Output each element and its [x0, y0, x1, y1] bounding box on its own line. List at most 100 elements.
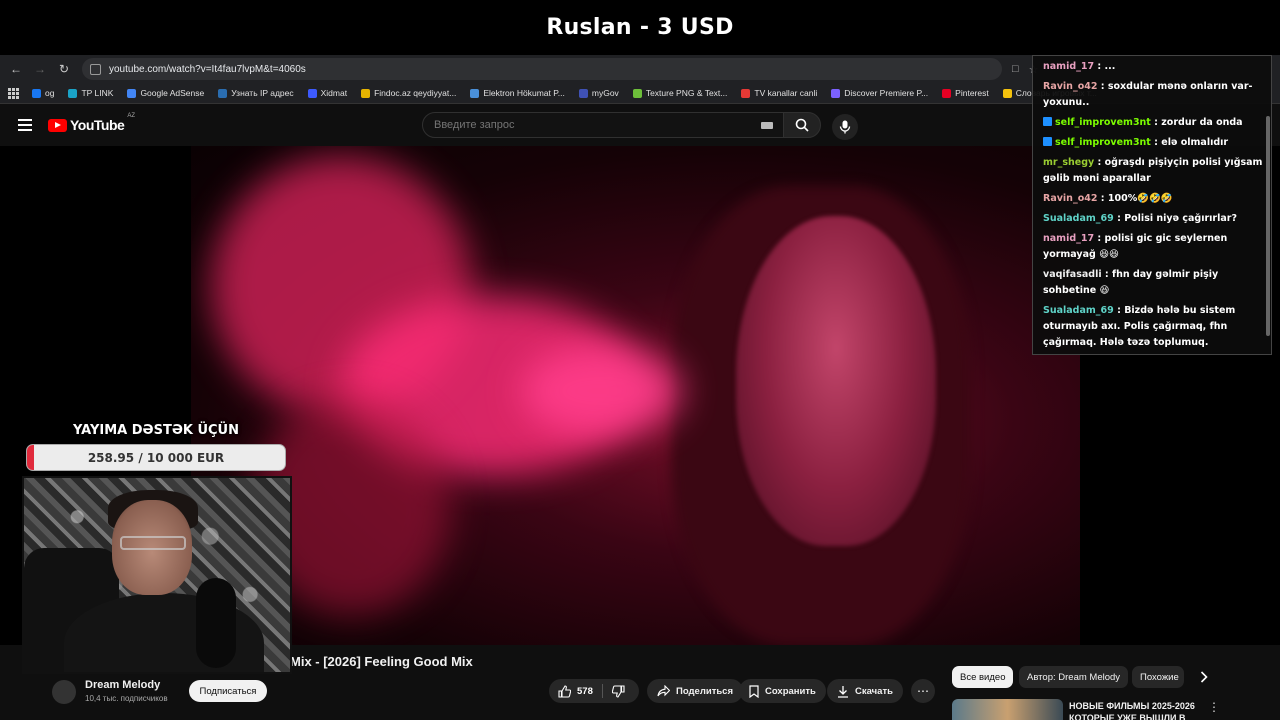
bookmark-item[interactable]: Texture PNG & Text...: [632, 88, 727, 98]
chat-separator: :: [1150, 137, 1162, 148]
chat-message: Sualadam_69 : Bizdə hələ bu sistem oturm…: [1043, 303, 1265, 351]
chat-scrollbar[interactable]: [1266, 116, 1270, 336]
bookmark-favicon-icon: [741, 88, 751, 98]
chat-username: namid_17: [1043, 61, 1095, 72]
donation-progress-text: 258.95 / 10 000 EUR: [87, 450, 225, 465]
chat-message: namid_17 : polisi gic gic seylernen yorm…: [1043, 231, 1265, 263]
chat-message: Ravin_o42 : soxdular mənə onların var-yo…: [1043, 79, 1265, 111]
search-button[interactable]: [783, 112, 821, 138]
chat-username: mr_shegy: [1043, 157, 1095, 168]
chat-separator: :: [1097, 81, 1108, 92]
donation-goal-title: YAYIMA DƏSTƏK ÜÇÜN: [73, 423, 239, 438]
save-button[interactable]: Сохранить: [739, 679, 826, 703]
forward-icon[interactable]: →: [28, 62, 52, 76]
bookmark-label: Elektron Hökumat P...: [483, 88, 565, 98]
chat-separator: :: [1094, 233, 1105, 244]
menu-icon[interactable]: [18, 119, 32, 131]
chip-all-videos[interactable]: Все видео: [952, 666, 1014, 688]
recommended-menu-icon[interactable]: ⋮: [1208, 700, 1220, 714]
bookmark-favicon-icon: [307, 88, 317, 98]
reload-icon[interactable]: ↻: [52, 62, 76, 76]
channel-subscribers: 10,4 тыс. подписчиков: [85, 694, 168, 703]
search-input[interactable]: [434, 119, 754, 131]
webcam-microphone: [196, 578, 236, 668]
region-code: AZ: [127, 113, 135, 119]
youtube-play-icon: [48, 118, 67, 132]
like-button[interactable]: 578: [549, 679, 602, 703]
bookmark-item[interactable]: og: [32, 88, 54, 98]
bookmark-label: Узнать IP адрес: [231, 88, 294, 98]
chat-username: namid_17: [1043, 233, 1095, 244]
more-actions-icon[interactable]: ⋯: [911, 679, 935, 703]
share-button[interactable]: Поделиться: [647, 679, 744, 703]
voice-search-button[interactable]: [832, 114, 858, 140]
chip-similar[interactable]: Похожие: [1132, 666, 1184, 688]
bookmark-item[interactable]: Elektron Hökumat P...: [470, 88, 565, 98]
chat-separator: :: [1097, 193, 1108, 204]
chat-message: namid_17 : ...: [1043, 59, 1265, 75]
site-info-icon[interactable]: [90, 63, 101, 75]
bookmark-favicon-icon: [1002, 88, 1012, 98]
bookmark-label: TV kanallar canli: [754, 88, 818, 98]
chat-text: ...: [1104, 61, 1116, 72]
bookmark-favicon-icon: [831, 88, 841, 98]
channel-avatar[interactable]: [52, 680, 76, 704]
youtube-wordmark: YouTube: [70, 117, 125, 133]
chat-message: Sualadam_69 : Polisi niyə çağırırlar?: [1043, 211, 1265, 227]
download-button[interactable]: Скачать: [827, 679, 903, 703]
youtube-logo[interactable]: YouTube AZ: [48, 113, 135, 133]
chat-username: Ravin_o42: [1043, 193, 1098, 204]
bookmark-item[interactable]: Google AdSense: [127, 88, 204, 98]
video-frame-face: [736, 216, 936, 546]
chat-message: self_improvem3nt : elə olmalıdır: [1043, 135, 1265, 151]
recommended-thumbnail[interactable]: [952, 699, 1063, 720]
bookmark-item[interactable]: Xidmat: [307, 88, 347, 98]
bookmark-icon: [749, 684, 759, 698]
video-frame-smoke: [521, 346, 681, 436]
bookmark-item[interactable]: Pinterest: [942, 88, 989, 98]
chat-message: self_improvem3nt : zordur da onda: [1043, 115, 1265, 131]
chat-text: zordur da onda: [1161, 117, 1243, 128]
keyboard-icon[interactable]: [761, 122, 773, 129]
bookmark-favicon-icon: [942, 88, 952, 98]
chat-username: Sualadam_69: [1043, 305, 1114, 316]
bookmark-item[interactable]: Discover Premiere P...: [831, 88, 928, 98]
chat-separator: :: [1113, 305, 1125, 316]
bookmark-label: Discover Premiere P...: [844, 88, 929, 98]
dislike-button[interactable]: [603, 679, 634, 703]
bookmark-favicon-icon: [578, 88, 588, 98]
video-player[interactable]: [191, 146, 1080, 645]
chat-message-list: namid_17 : ... Ravin_o42 : soxdular mənə …: [1043, 59, 1265, 354]
chat-separator: :: [1101, 269, 1113, 280]
bookmark-item[interactable]: Узнать IP адрес: [218, 88, 294, 98]
bookmark-favicon-icon: [470, 88, 480, 98]
chat-message: vaqifasadli : fhn day gəlmir pişiy sohbe…: [1043, 267, 1265, 299]
chat-separator: :: [1094, 61, 1105, 72]
search-icon: [795, 118, 809, 132]
chat-separator: :: [1094, 157, 1105, 168]
bookmark-label: Findoc.az qeydiyyat...: [374, 88, 457, 98]
bookmark-favicon-icon: [68, 88, 78, 98]
recommended-title[interactable]: НОВЫЕ ФИЛЬМЫ 2025-2026 КОТОРЫЕ УЖЕ ВЫШЛИ…: [1069, 700, 1204, 720]
donation-alert-title: Ruslan - 3 USD: [546, 15, 734, 40]
install-app-icon[interactable]: □: [1012, 63, 1019, 76]
chip-by-author[interactable]: Автор: Dream Melody: [1019, 666, 1129, 688]
bookmark-item[interactable]: Findoc.az qeydiyyat...: [361, 88, 456, 98]
address-bar[interactable]: youtube.com/watch?v=It4fau7lvpM&t=4060s: [82, 58, 1002, 80]
apps-grid-icon[interactable]: [8, 88, 19, 99]
like-dislike-group: 578: [549, 679, 639, 703]
bookmark-item[interactable]: TP LINK: [68, 88, 113, 98]
bookmark-favicon-icon: [361, 88, 371, 98]
chevron-right-icon[interactable]: [1195, 668, 1213, 686]
chat-text: 100%🤣🤣🤣: [1107, 193, 1173, 204]
chat-separator: :: [1113, 213, 1125, 224]
channel-name[interactable]: Dream Melody: [85, 679, 160, 691]
bookmark-item[interactable]: myGov: [578, 88, 619, 98]
back-icon[interactable]: ←: [4, 62, 28, 76]
subscribe-button[interactable]: Подписаться: [189, 680, 267, 702]
download-label: Скачать: [855, 685, 893, 697]
bookmark-item[interactable]: TV kanallar canli: [741, 88, 817, 98]
url-text[interactable]: youtube.com/watch?v=It4fau7lvpM&t=4060s: [109, 64, 306, 75]
chat-text: elə olmalıdır: [1161, 137, 1229, 148]
stream-banner: Ruslan - 3 USD: [0, 0, 1280, 55]
